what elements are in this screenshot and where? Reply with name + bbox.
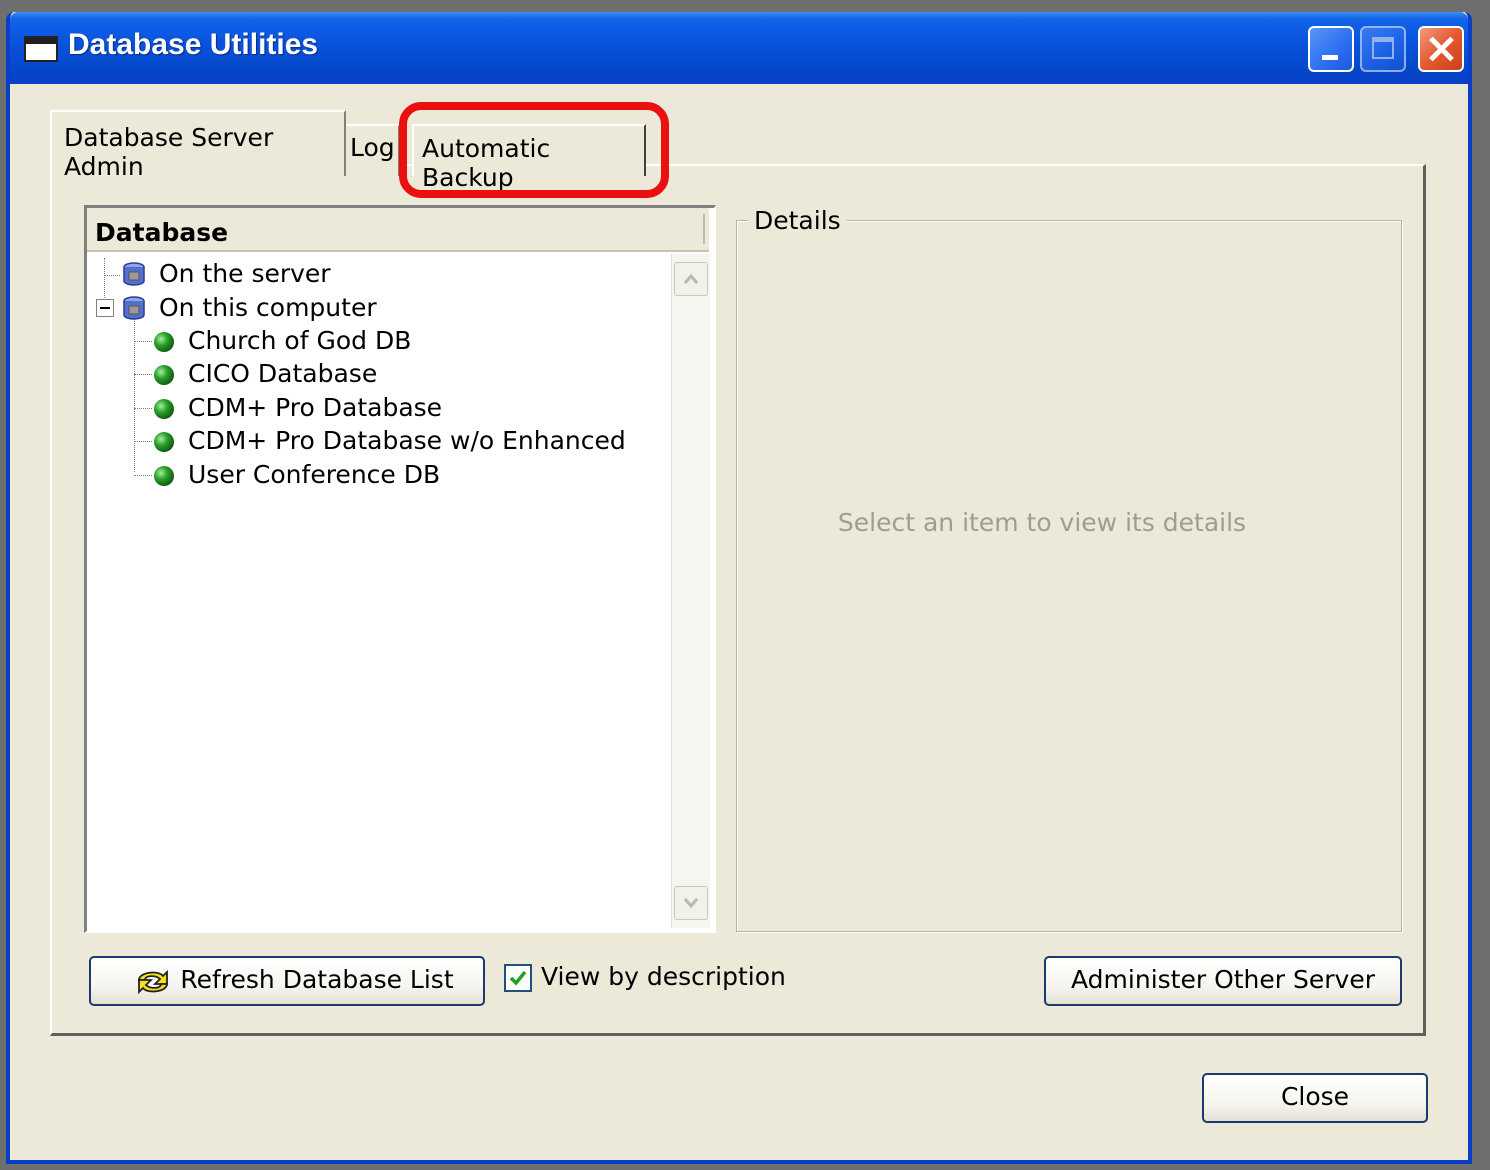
administer-other-server-button[interactable]: Administer Other Server <box>1044 956 1402 1006</box>
tree-item-database[interactable]: User Conference DB <box>188 459 440 491</box>
close-button[interactable]: Close <box>1202 1073 1428 1123</box>
database-tree[interactable]: Database On the server On this computer … <box>84 205 716 933</box>
tree-item-database[interactable]: Church of God DB <box>188 325 411 357</box>
tree-line <box>134 441 152 442</box>
window-title: Database Utilities <box>68 28 319 61</box>
maximize-button[interactable] <box>1360 26 1406 72</box>
green-ball-icon <box>154 365 174 385</box>
tree-item-on-this-computer[interactable]: On this computer <box>159 292 377 324</box>
chevron-down-icon <box>683 898 699 909</box>
green-ball-icon <box>154 399 174 419</box>
title-bar[interactable]: Database Utilities <box>10 12 1468 84</box>
green-ball-icon <box>154 332 174 352</box>
tab-database-server-admin[interactable]: Database Server Admin <box>50 110 346 181</box>
checkmark-icon <box>509 970 527 986</box>
green-ball-icon <box>154 466 174 486</box>
view-by-description-label[interactable]: View by description <box>541 962 786 991</box>
database-icon <box>123 262 145 286</box>
highlight-annotation <box>399 102 669 198</box>
database-icon <box>123 296 145 320</box>
close-window-button[interactable] <box>1418 26 1464 72</box>
tree-line <box>134 475 152 476</box>
vertical-scrollbar[interactable] <box>671 254 710 928</box>
green-ball-icon <box>154 432 174 452</box>
chevron-up-icon <box>683 273 699 284</box>
minimize-button[interactable] <box>1308 26 1354 72</box>
tree-column-header[interactable]: Database <box>87 208 709 252</box>
details-legend: Details <box>748 206 847 235</box>
refresh-button-label: Refresh Database List <box>180 965 454 994</box>
collapse-toggle[interactable] <box>96 299 114 317</box>
window-icon <box>24 36 58 62</box>
view-by-description-checkbox[interactable] <box>504 964 532 992</box>
scroll-up-button[interactable] <box>674 262 708 296</box>
tree-line <box>134 408 152 409</box>
tree-item-database[interactable]: CDM+ Pro Database w/o Enhanced <box>188 425 626 457</box>
scroll-down-button[interactable] <box>674 886 708 920</box>
tab-log[interactable]: Log <box>344 124 400 176</box>
tree-item-on-the-server[interactable]: On the server <box>159 258 331 290</box>
tree-item-database[interactable]: CDM+ Pro Database <box>188 392 442 424</box>
tree-item-database[interactable]: CICO Database <box>188 358 377 390</box>
tree-line <box>134 341 152 342</box>
refresh-database-list-button[interactable]: Refresh Database List <box>89 956 485 1006</box>
tree-line <box>104 275 120 276</box>
details-empty-message: Select an item to view its details <box>837 508 1247 537</box>
refresh-icon <box>138 969 168 995</box>
tree-line <box>134 374 152 375</box>
details-group <box>736 220 1402 932</box>
